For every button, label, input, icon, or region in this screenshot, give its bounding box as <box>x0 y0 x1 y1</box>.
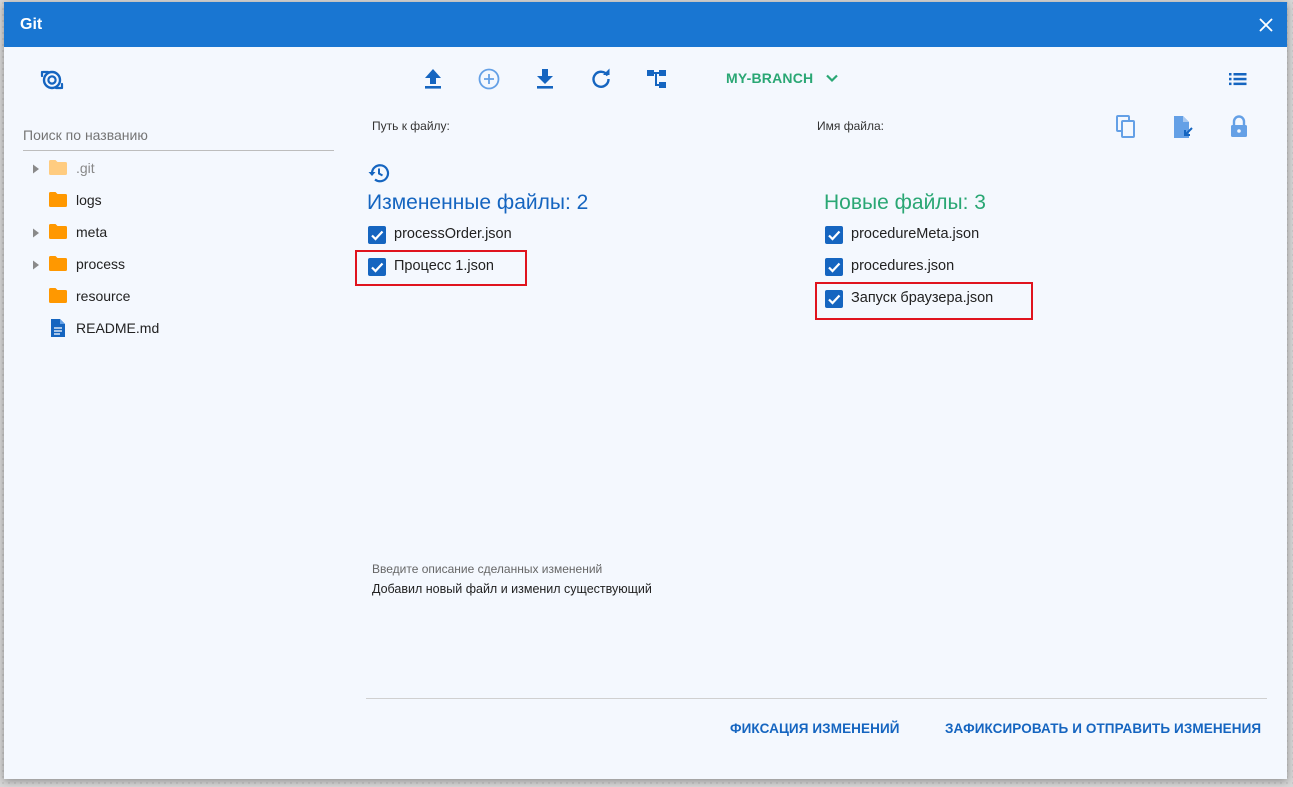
list-menu-icon[interactable] <box>1226 68 1250 90</box>
file-name: processOrder.json <box>394 226 512 242</box>
checkbox-checked-icon[interactable] <box>825 226 843 249</box>
pull-download-icon[interactable] <box>533 66 557 92</box>
folder-icon <box>48 287 68 309</box>
new-files-title: Новые файлы: 3 <box>824 191 986 214</box>
checkbox-checked-icon[interactable] <box>368 226 386 249</box>
tree-item-label: logs <box>76 192 102 208</box>
file-icon <box>50 318 66 343</box>
highlight-box <box>355 250 527 286</box>
folder-icon <box>48 223 68 245</box>
push-upload-icon[interactable] <box>421 66 445 92</box>
folder-icon <box>48 255 68 277</box>
file-export-icon[interactable] <box>1171 114 1195 140</box>
branch-selector[interactable]: MY-BRANCH <box>726 70 813 86</box>
copy-icon[interactable] <box>1114 114 1138 140</box>
title-bar: Git <box>4 2 1287 47</box>
folder-icon <box>48 159 68 181</box>
tree-item-label: resource <box>76 288 131 304</box>
file-name: procedureMeta.json <box>851 226 980 242</box>
checkbox-checked-icon[interactable] <box>825 258 843 281</box>
git-settings-icon[interactable] <box>39 67 65 93</box>
filename-label: Имя файла: <box>817 119 884 133</box>
tree-item-process[interactable]: process <box>4 251 334 277</box>
lock-icon[interactable] <box>1227 114 1251 140</box>
folder-icon <box>48 191 68 213</box>
tree-item-logs[interactable]: logs <box>4 187 334 213</box>
add-circle-icon[interactable] <box>477 67 501 91</box>
tree-item-label: README.md <box>76 320 160 336</box>
tree-item-git[interactable]: .git <box>4 155 334 181</box>
branches-icon[interactable] <box>645 67 669 91</box>
expand-arrow-icon[interactable] <box>30 162 42 174</box>
commit-button[interactable]: ФИКСАЦИЯ ИЗМЕНЕНИЙ <box>730 721 900 736</box>
highlight-box <box>815 282 1033 320</box>
changed-file-row[interactable]: processOrder.json <box>368 223 608 247</box>
changed-files-title: Измененные файлы: 2 <box>367 191 589 214</box>
search-input[interactable] <box>23 120 334 151</box>
refresh-icon[interactable] <box>589 67 613 91</box>
divider <box>366 698 1267 699</box>
tree-item-label: .git <box>76 160 95 176</box>
path-label: Путь к файлу: <box>372 119 450 133</box>
close-icon[interactable] <box>1255 14 1277 36</box>
tree-item-readme[interactable]: README.md <box>4 315 334 341</box>
expand-arrow-icon[interactable] <box>30 226 42 238</box>
new-file-row[interactable]: procedureMeta.json <box>825 223 1065 247</box>
tree-item-label: process <box>76 256 126 272</box>
history-icon[interactable] <box>367 161 391 185</box>
description-input[interactable] <box>372 579 1252 599</box>
dialog-title: Git <box>20 16 43 33</box>
git-dialog: Git MY-BRANCH Поиск по названию .git log… <box>4 2 1287 779</box>
chevron-down-icon[interactable] <box>822 68 842 93</box>
expand-arrow-icon[interactable] <box>30 258 42 270</box>
commit-and-push-button[interactable]: ЗАФИКСИРОВАТЬ И ОТПРАВИТЬ ИЗМЕНЕНИЯ <box>945 721 1261 736</box>
tree-item-meta[interactable]: meta <box>4 219 334 245</box>
file-name: procedures.json <box>851 258 955 274</box>
tree-item-resource[interactable]: resource <box>4 283 334 309</box>
description-label: Введите описание сделанных изменений <box>372 562 603 576</box>
new-file-row[interactable]: procedures.json <box>825 255 1065 279</box>
tree-item-label: meta <box>76 224 108 240</box>
